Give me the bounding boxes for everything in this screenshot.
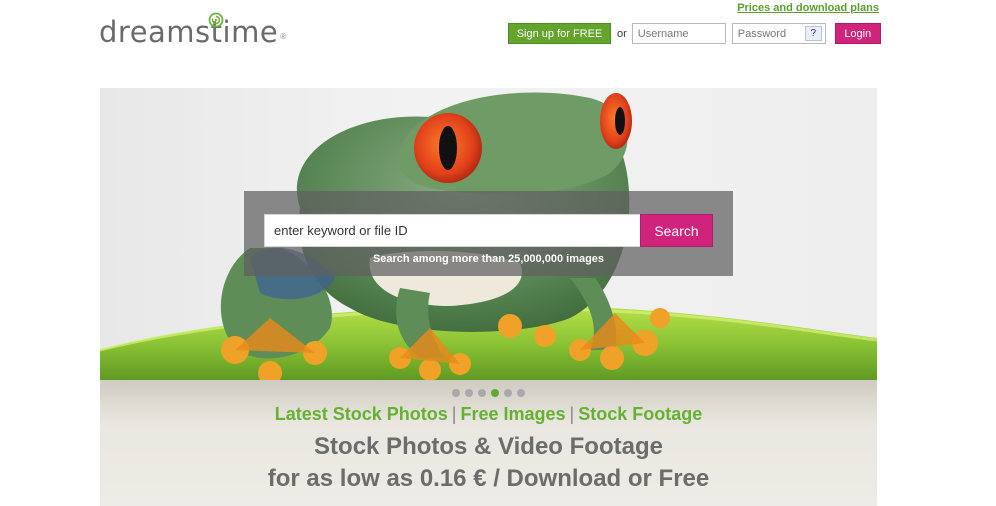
link-separator: |: [451, 404, 457, 424]
prices-link[interactable]: Prices and download plans: [737, 2, 879, 14]
password-field[interactable]: Password ?: [731, 23, 826, 44]
registered-mark: ®: [280, 32, 287, 41]
free-images-link[interactable]: Free Images: [460, 404, 565, 424]
auth-bar: Sign up for FREE or Username Password ? …: [508, 23, 881, 44]
category-links: Latest Stock Photos | Free Images | Stock Fo…: [100, 404, 877, 425]
signup-button[interactable]: Sign up for FREE: [508, 23, 611, 44]
promo-band: Latest Stock Photos | Free Images | Stock Fo…: [100, 380, 877, 506]
search-caption: Search among more than 25,000,000 images: [372, 253, 605, 265]
search-panel: enter keyword or file ID Search Search a…: [244, 191, 733, 276]
latest-stock-photos-link[interactable]: Latest Stock Photos: [275, 404, 448, 424]
headline-line1: Stock Photos & Video Footage: [314, 433, 663, 460]
carousel-dot[interactable]: [491, 389, 499, 397]
stock-footage-link[interactable]: Stock Footage: [578, 404, 702, 424]
carousel-dot[interactable]: [517, 389, 525, 397]
carousel-dot[interactable]: [504, 389, 512, 397]
link-separator: |: [569, 404, 575, 424]
carousel-dot[interactable]: [478, 389, 486, 397]
search-button[interactable]: Search: [640, 214, 713, 247]
password-help-button[interactable]: ?: [804, 26, 822, 41]
search-input[interactable]: enter keyword or file ID: [264, 214, 641, 247]
carousel-dot[interactable]: [465, 389, 473, 397]
dreamstime-logo[interactable]: dreamstime ®: [99, 12, 287, 50]
username-field[interactable]: Username: [631, 23, 726, 44]
carousel-dots: [100, 389, 877, 397]
or-text: or: [617, 27, 627, 40]
headline-line2: for as low as 0.16 € / Download or Free: [267, 465, 710, 492]
carousel-dot[interactable]: [452, 389, 460, 397]
login-button[interactable]: Login: [834, 23, 881, 44]
logo-text: dreamstime: [99, 15, 279, 49]
swirl-icon: [208, 12, 224, 28]
password-placeholder: Password: [737, 27, 787, 40]
